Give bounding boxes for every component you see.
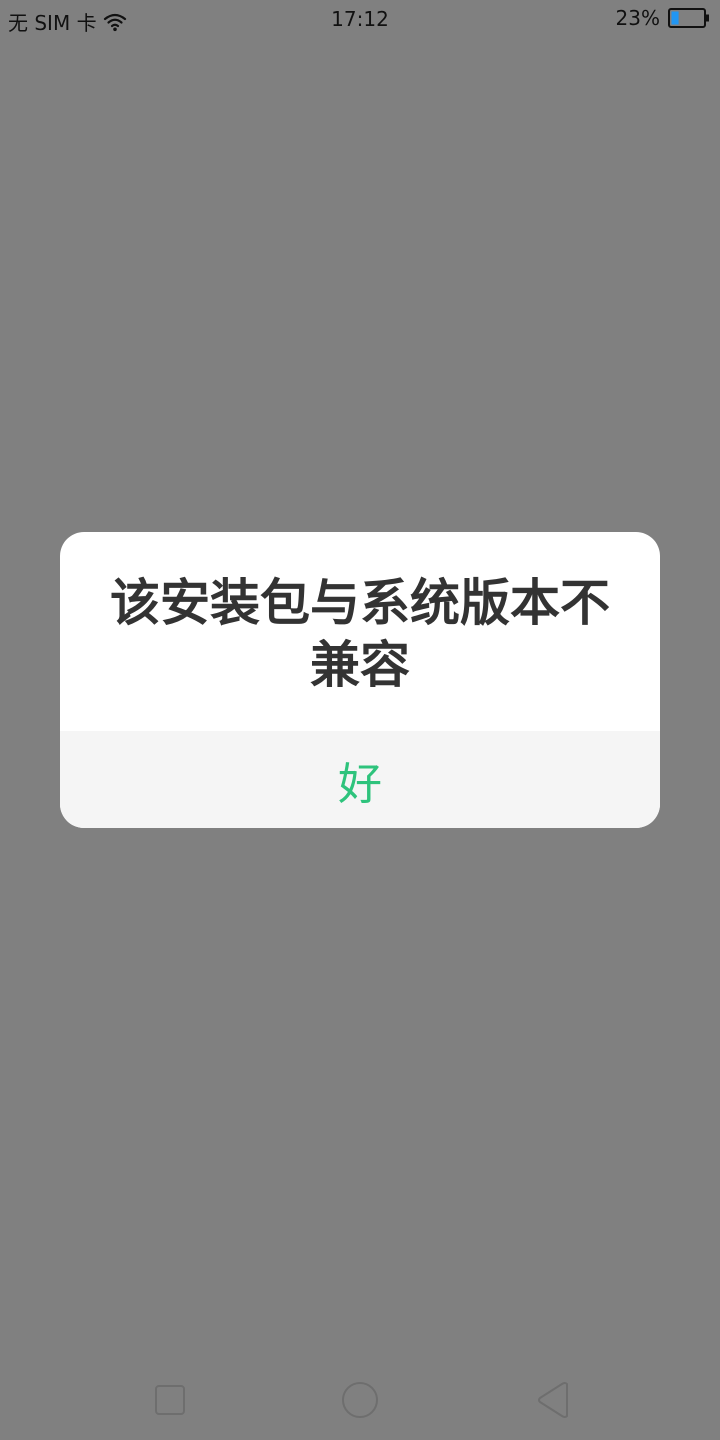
battery-icon (668, 8, 709, 28)
recents-button[interactable] (150, 1380, 190, 1420)
battery-percent: 23% (615, 6, 660, 30)
ok-button[interactable]: 好 (60, 731, 660, 828)
home-button[interactable] (340, 1380, 380, 1420)
incompatible-package-dialog: 该安装包与系统版本不兼容 好 (60, 532, 660, 828)
back-button[interactable] (534, 1380, 574, 1420)
navigation-bar (0, 1360, 720, 1440)
home-icon (342, 1382, 378, 1418)
battery-fill (671, 11, 679, 25)
battery-status: 23% (616, 6, 710, 30)
dialog-footer: 好 (60, 731, 660, 828)
back-icon (538, 1382, 568, 1418)
status-time: 17:12 (331, 7, 389, 31)
recents-icon (155, 1385, 185, 1415)
dialog-message: 该安装包与系统版本不兼容 (110, 574, 610, 694)
status-bar: 无 SIM 卡 17:12 23% (0, 0, 720, 38)
